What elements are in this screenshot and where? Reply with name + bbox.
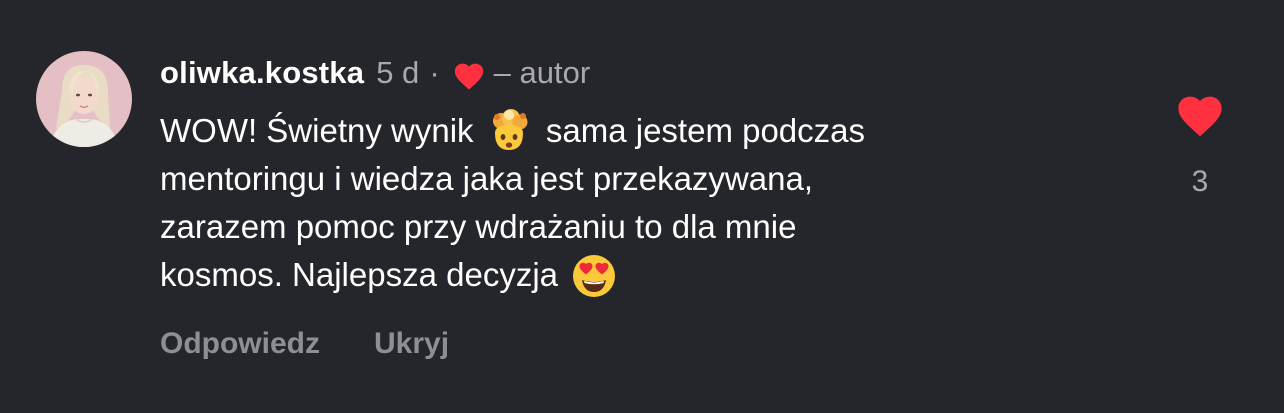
username[interactable]: oliwka.kostka (160, 52, 364, 94)
exploding-head-emoji (483, 107, 537, 155)
comment-text-line: WOW! Świetny wynik sama jestem podczas (160, 107, 1120, 155)
like-count[interactable]: 3 (1160, 162, 1240, 202)
avatar-image (36, 51, 132, 147)
comment-text: WOW! Świetny wynik sama jestem podczas m… (160, 107, 1120, 299)
comment-text-segment: kosmos. Najlepsza decyzja (160, 256, 568, 293)
reply-button[interactable]: Odpowiedz (160, 327, 320, 361)
comment-age: 5 d (376, 55, 420, 90)
heart-icon (1178, 96, 1222, 137)
comment-text-line: zarazem pomoc przy wdrażaniu to dla mnie (160, 208, 797, 245)
avatar[interactable] (36, 51, 132, 147)
comment-actions: Odpowiedz Ukryj (160, 322, 449, 366)
comment-item: oliwka.kostka 5 d · – autor WOW! Świetny… (0, 0, 1284, 413)
hide-button[interactable]: Ukryj (374, 327, 449, 361)
separator-dot: · (429, 55, 440, 90)
comment-text-segment: sama jestem podczas (536, 112, 866, 149)
author-liked-heart-icon (452, 59, 486, 91)
comment-text-line: mentoringu i wiedza jaka jest przekazywa… (160, 160, 813, 197)
comment-header: oliwka.kostka 5 d · – autor (160, 52, 590, 94)
like-button[interactable] (1174, 90, 1226, 138)
author-label: – autor (493, 55, 591, 90)
heart-eyes-emoji (567, 251, 621, 299)
comment-text-line: kosmos. Najlepsza decyzja (160, 251, 1120, 299)
comment-text-segment: WOW! Świetny wynik (160, 112, 483, 149)
